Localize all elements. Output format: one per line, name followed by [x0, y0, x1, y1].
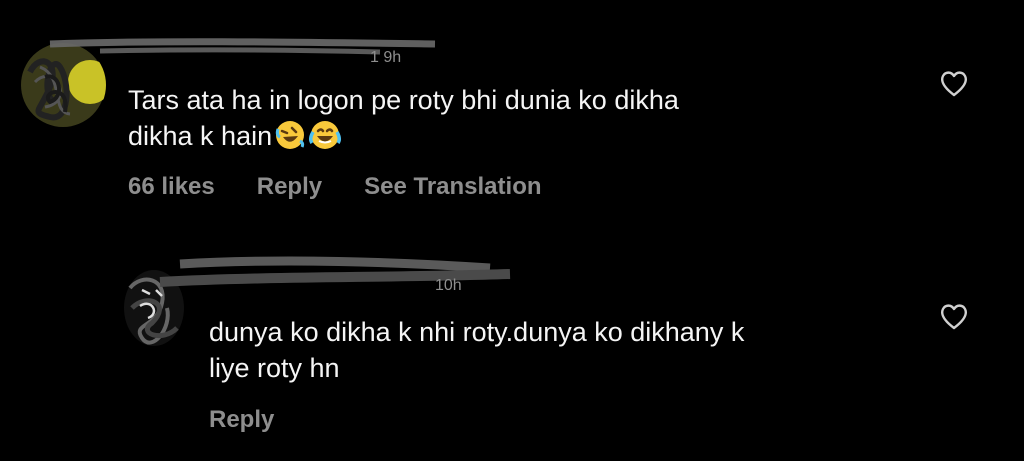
reply-button[interactable]: Reply: [257, 173, 322, 201]
comment-actions: 66 likes Reply See Translation: [128, 173, 542, 201]
username-redacted[interactable]: 1 9h: [40, 36, 440, 66]
comment-text: dunya ko dikha k nhi roty.dunya ko dikha…: [209, 314, 744, 386]
rolling-on-floor-laughing-emoji-icon: [274, 119, 306, 160]
heart-icon[interactable]: [939, 303, 969, 331]
svg-text:1 9h: 1 9h: [370, 49, 401, 64]
see-translation-button[interactable]: See Translation: [364, 173, 541, 201]
comment-text-line-2: liye roty hn: [209, 353, 340, 383]
comment-text: Tars ata ha in logon pe roty bhi dunia k…: [128, 82, 679, 160]
comment-1: 1 9h Tars ata ha in logon pe roty bhi du…: [0, 0, 1024, 230]
comment-2: 10h dunya ko dikha k nhi roty.dunya ko d…: [0, 230, 1024, 461]
likes-count[interactable]: 66 likes: [128, 173, 215, 201]
svg-text:10h: 10h: [435, 277, 462, 294]
comment-text-line: dunya ko dikha k nhi roty.dunya ko dikha…: [209, 317, 745, 347]
username-redacted[interactable]: 10h: [150, 254, 520, 294]
comment-text-line: dikha k hain: [128, 118, 679, 160]
comment-text-line-2: dikha k hain: [128, 121, 273, 151]
heart-icon[interactable]: [939, 70, 969, 98]
face-with-tears-of-joy-emoji-icon: [308, 119, 342, 160]
reply-button[interactable]: Reply: [209, 406, 274, 434]
comment-text-line: Tars ata ha in logon pe roty bhi dunia k…: [128, 85, 679, 115]
comment-actions: Reply: [209, 406, 274, 434]
